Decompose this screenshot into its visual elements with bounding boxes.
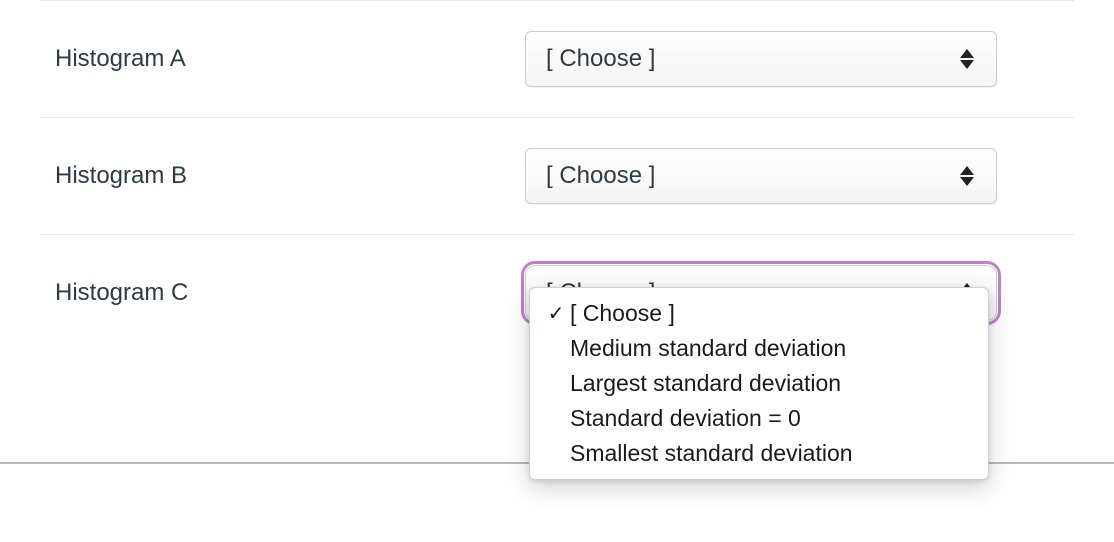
option-medium-standard-deviation[interactable]: Medium standard deviation [530, 331, 988, 366]
option-label: Medium standard deviation [570, 335, 846, 362]
updown-icon [960, 166, 974, 186]
option-label: Largest standard deviation [570, 370, 841, 397]
select-value: [ Choose ] [546, 45, 655, 73]
updown-icon [960, 49, 974, 69]
row-histogram-c: Histogram C [ Choose ] ✓ [ Choose ] Medi… [40, 234, 1074, 351]
select-histogram-b[interactable]: [ Choose ] [525, 148, 997, 204]
option-largest-standard-deviation[interactable]: Largest standard deviation [530, 366, 988, 401]
option-smallest-standard-deviation[interactable]: Smallest standard deviation [530, 436, 988, 471]
checkmark-icon: ✓ [542, 301, 570, 326]
option-label: [ Choose ] [570, 300, 675, 327]
row-histogram-b: Histogram B [ Choose ] [40, 117, 1074, 234]
option-label: Smallest standard deviation [570, 440, 853, 467]
dropdown-histogram-c: ✓ [ Choose ] Medium standard deviation L… [529, 287, 989, 480]
select-value: [ Choose ] [546, 162, 655, 190]
label-histogram-a: Histogram A [55, 45, 525, 73]
option-choose[interactable]: ✓ [ Choose ] [530, 296, 988, 331]
option-standard-deviation-zero[interactable]: Standard deviation = 0 [530, 401, 988, 436]
label-histogram-c: Histogram C [55, 279, 525, 307]
option-label: Standard deviation = 0 [570, 405, 801, 432]
label-histogram-b: Histogram B [55, 162, 525, 190]
row-histogram-a: Histogram A [ Choose ] [40, 0, 1074, 117]
select-histogram-a[interactable]: [ Choose ] [525, 31, 997, 87]
